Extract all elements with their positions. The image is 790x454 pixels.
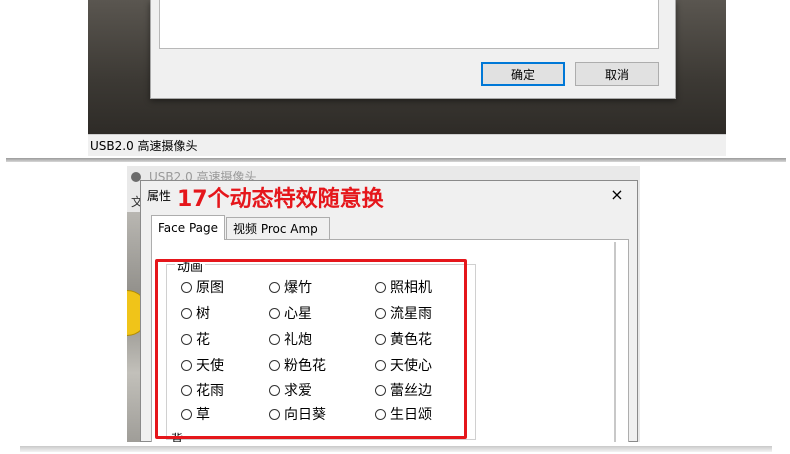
close-icon[interactable]: ×: [605, 183, 629, 205]
bottom-divider: [20, 446, 772, 452]
radio-label: 粉色花: [284, 358, 326, 374]
radio-label: 天使: [196, 358, 224, 374]
radio-label: 心星: [284, 306, 312, 322]
radio-option[interactable]: 天使心: [375, 355, 432, 375]
confirm-dialog: 确定 取消: [150, 0, 676, 99]
radio-option[interactable]: 草: [181, 404, 210, 424]
dialog-title: 属性: [147, 189, 172, 203]
radio-label: 礼炮: [284, 332, 312, 348]
radio-option[interactable]: 爆竹: [269, 277, 312, 297]
radio-button[interactable]: [375, 281, 386, 293]
radio-option[interactable]: 礼炮: [269, 329, 312, 349]
radio-label: 蕾丝边: [390, 383, 432, 399]
radio-button[interactable]: [375, 333, 386, 345]
group-label: 动画: [175, 256, 206, 275]
radio-label: 黄色花: [390, 332, 432, 348]
radio-label: 天使心: [390, 358, 432, 374]
promo-annotation: 17个动态特效随意换: [177, 187, 384, 212]
radio-button[interactable]: [375, 408, 386, 420]
radio-option[interactable]: 心星: [269, 303, 312, 323]
radio-label: 向日葵: [284, 407, 326, 423]
radio-option[interactable]: 黄色花: [375, 329, 432, 349]
radio-label: 生日颂: [390, 407, 432, 423]
radio-label: 草: [196, 407, 210, 423]
radio-option[interactable]: 求爱: [269, 380, 312, 400]
radio-button[interactable]: [181, 281, 192, 293]
radio-label: 原图: [196, 280, 224, 296]
panel-edge: [614, 242, 616, 442]
radio-option[interactable]: 树: [181, 303, 210, 323]
radio-button[interactable]: [269, 281, 280, 293]
radio-label: 树: [196, 306, 210, 322]
ok-button[interactable]: 确定: [481, 62, 565, 86]
radio-button[interactable]: [269, 333, 280, 345]
radio-option[interactable]: 蕾丝边: [375, 380, 432, 400]
cut-off-label: 背: [171, 432, 184, 442]
status-bar: USB2.0 高速摄像头: [88, 134, 726, 156]
tab-video-proc-amp[interactable]: 视频 Proc Amp: [226, 217, 330, 239]
webcam-window-top: 确定 取消 USB2.0 高速摄像头: [88, 0, 726, 156]
radio-button[interactable]: [181, 359, 192, 371]
radio-button[interactable]: [269, 384, 280, 396]
radio-button[interactable]: [181, 384, 192, 396]
radio-button[interactable]: [181, 307, 192, 319]
radio-label: 爆竹: [284, 280, 312, 296]
radio-button[interactable]: [375, 359, 386, 371]
radio-option[interactable]: 花雨: [181, 380, 224, 400]
dialog-text-area[interactable]: [159, 0, 659, 49]
status-text: USB2.0 高速摄像头: [90, 139, 198, 153]
cancel-button[interactable]: 取消: [575, 62, 659, 86]
radio-label: 花雨: [196, 383, 224, 399]
radio-label: 求爱: [284, 383, 312, 399]
radio-button[interactable]: [269, 359, 280, 371]
face-page-panel: 动画 原图 爆竹 照相机 树 心星 流星雨 花 礼炮 黄色花 天使 粉色花 天使…: [151, 239, 629, 442]
divider: [6, 158, 786, 162]
radio-option[interactable]: 向日葵: [269, 404, 326, 424]
radio-option[interactable]: 原图: [181, 277, 224, 297]
properties-dialog: 属性 17个动态特效随意换 × Face Page 视频 Proc Amp 动画…: [140, 180, 638, 442]
radio-label: 花: [196, 332, 210, 348]
animation-groupbox: 动画 原图 爆竹 照相机 树 心星 流星雨 花 礼炮 黄色花 天使 粉色花 天使…: [166, 256, 476, 440]
webcam-window-bottom: USB2.0 高速摄像头 文 属性 17个动态特效随意换 × Face Page…: [127, 166, 640, 442]
radio-button[interactable]: [375, 307, 386, 319]
radio-button[interactable]: [181, 333, 192, 345]
radio-button[interactable]: [375, 384, 386, 396]
radio-button[interactable]: [269, 307, 280, 319]
radio-option[interactable]: 花: [181, 329, 210, 349]
radio-option[interactable]: 照相机: [375, 277, 432, 297]
radio-label: 照相机: [390, 280, 432, 296]
radio-button[interactable]: [181, 408, 192, 420]
tab-face-page[interactable]: Face Page: [151, 215, 225, 240]
radio-option[interactable]: 天使: [181, 355, 224, 375]
radio-option[interactable]: 生日颂: [375, 404, 432, 424]
radio-button[interactable]: [269, 408, 280, 420]
radio-option[interactable]: 流星雨: [375, 303, 432, 323]
radio-label: 流星雨: [390, 306, 432, 322]
radio-option[interactable]: 粉色花: [269, 355, 326, 375]
